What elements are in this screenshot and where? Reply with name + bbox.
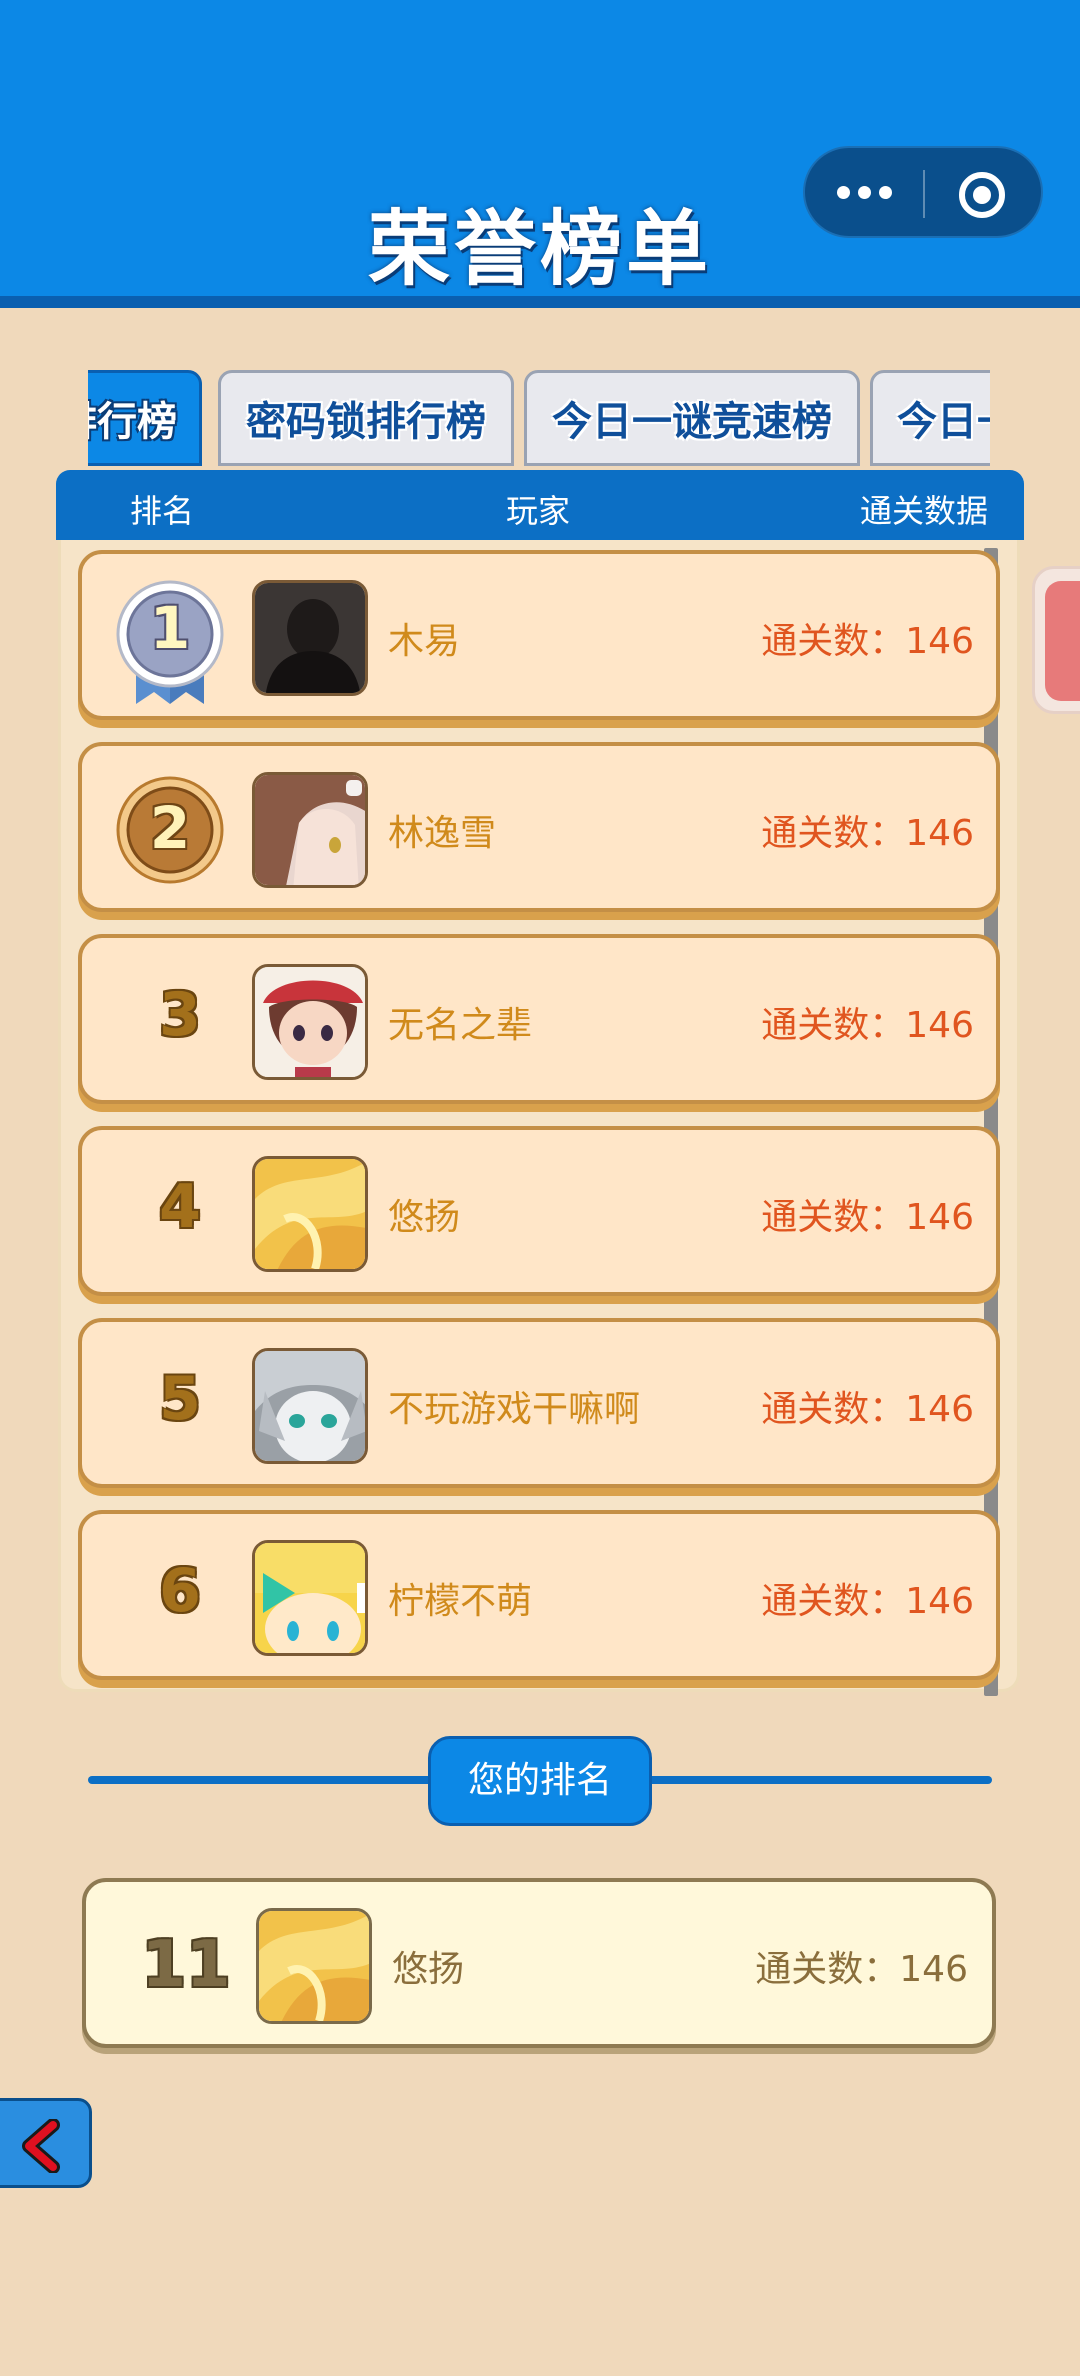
tab-daily-more[interactable]: 今日一	[870, 370, 990, 466]
table-header: 排名 玩家 通关数据	[56, 470, 1024, 540]
capsule-divider	[923, 170, 925, 218]
cartoon-girl-avatar	[252, 964, 368, 1080]
leaderboard-row[interactable]: 6 柠檬不萌 通关数：146	[78, 1510, 1000, 1680]
clear-count: 通关数：146	[761, 1581, 974, 1622]
your-rank-label: 您的排名	[428, 1736, 652, 1826]
clear-count: 通关数：146	[761, 813, 974, 854]
clear-count: 通关数：146	[761, 621, 974, 662]
blonde-chibi-avatar	[252, 1540, 368, 1656]
floating-side-widget[interactable]	[1032, 566, 1080, 714]
player-name: 林逸雪	[388, 813, 497, 854]
clear-count: 通关数：146	[761, 1197, 974, 1238]
header-rank: 排名	[130, 492, 195, 530]
divider-left	[88, 1776, 432, 1784]
clear-count: 通关数：146	[761, 1389, 974, 1430]
rank-number: 6	[159, 1556, 201, 1626]
tab-leaderboard[interactable]: 排行榜	[88, 370, 202, 466]
mini-program-capsule	[803, 146, 1043, 238]
chevron-left-icon	[22, 2119, 60, 2173]
yellow-flower-avatar	[252, 1156, 368, 1272]
header-bar: 荣誉榜单	[0, 0, 1080, 308]
player-name: 无名之辈	[388, 1005, 533, 1046]
player-name: 柠檬不萌	[388, 1581, 533, 1622]
leaderboard-row[interactable]: 1 木易 通关数：146	[78, 550, 1000, 720]
clear-count: 通关数：146	[761, 1005, 974, 1046]
header-player: 玩家	[506, 492, 571, 530]
side-widget-badge	[1045, 581, 1080, 701]
yellow-flower-avatar	[256, 1908, 372, 2024]
header-data: 通关数据	[859, 492, 988, 530]
leaderboard-row[interactable]: 2 林逸雪 通关数：146	[78, 742, 1000, 912]
rank-number: 4	[159, 1172, 201, 1242]
silver-hair-boy-avatar	[252, 1348, 368, 1464]
my-player-name: 悠扬	[392, 1949, 465, 1990]
divider-right	[648, 1776, 992, 1784]
dark-silhouette-avatar	[252, 580, 368, 696]
my-rank-row[interactable]: 11 悠扬 通关数：146	[82, 1878, 996, 2048]
more-dots-icon[interactable]	[837, 186, 893, 202]
player-name: 木易	[388, 621, 461, 662]
tab-daily-riddle-speed[interactable]: 今日一谜竞速榜	[524, 370, 860, 466]
rank-number: 2	[149, 794, 191, 862]
tab-bar: 排行榜 密码锁排行榜 今日一谜竞速榜 今日一	[88, 366, 990, 468]
leaderboard-row[interactable]: 4 悠扬 通关数：146	[78, 1126, 1000, 1296]
player-name: 悠扬	[388, 1197, 461, 1238]
anime-girl-avatar	[252, 772, 368, 888]
rank-number: 3	[159, 980, 201, 1050]
rank-number: 1	[149, 594, 191, 662]
leaderboard-row[interactable]: 5 不玩游戏干嘛啊 通关数：146	[78, 1318, 1000, 1488]
rank-number: 5	[159, 1364, 201, 1434]
back-button[interactable]	[0, 2098, 92, 2188]
leaderboard-row[interactable]: 3 无名之辈 通关数：146	[78, 934, 1000, 1104]
my-clear-count: 通关数：146	[755, 1949, 968, 1990]
target-circle-icon[interactable]	[959, 172, 1005, 218]
player-name: 不玩游戏干嘛啊	[388, 1389, 641, 1430]
my-rank-number: 11	[141, 1928, 231, 2002]
tab-password-lock-leaderboard[interactable]: 密码锁排行榜	[218, 370, 514, 466]
